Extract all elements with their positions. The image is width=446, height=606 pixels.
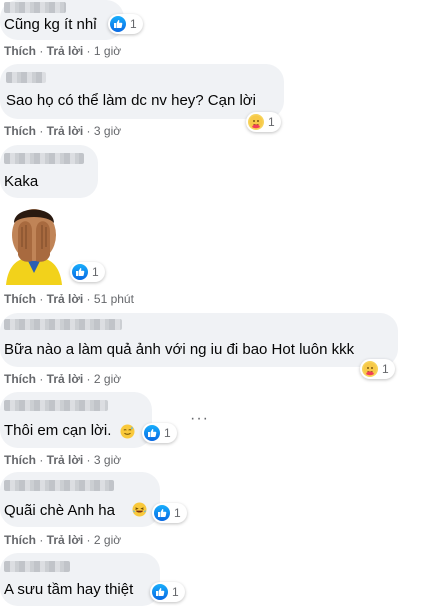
reaction-badge[interactable]: 1 [360,359,395,379]
reaction-badge[interactable]: 1 [246,112,281,132]
comment-actions: Thích · Trả lời · 51 phút [4,292,134,306]
reaction-count: 1 [268,115,275,129]
reaction-count: 1 [164,426,171,440]
reaction-badge[interactable]: 1 [150,582,185,602]
like-link[interactable]: Thích [4,124,36,138]
more-options-icon[interactable]: ··· [190,411,209,427]
like-icon [154,505,170,521]
like-icon [152,584,168,600]
reply-link[interactable]: Trả lời [47,372,84,386]
comment-bubble: Kaka [0,145,98,198]
comment-text: Quãi chè Anh ha [4,502,115,519]
commenter-name-blurred [4,2,66,13]
comment-time[interactable]: 2 giờ [94,533,121,547]
commenter-name-blurred [4,319,122,330]
like-link[interactable]: Thích [4,292,36,306]
comment-bubble: Cũng kg ít nhỉ [0,0,124,40]
reply-link[interactable]: Trả lời [47,124,84,138]
reaction-count: 1 [130,17,137,31]
reaction-count: 1 [174,506,181,520]
comment-text: Cũng kg ít nhỉ [4,16,97,33]
commenter-name-blurred [4,153,84,164]
comment-text: Thôi em cạn lời. [4,422,112,439]
reaction-count: 1 [92,265,99,279]
reply-link[interactable]: Trả lời [47,453,84,467]
comment-bubble: A sưu tầm hay thiệt [0,553,160,606]
like-link[interactable]: Thích [4,372,36,386]
comment-actions: Thích · Trả lời · 2 giờ [4,533,122,547]
comment-actions: Thích · Trả lời · 3 giờ [4,124,122,138]
reply-link[interactable]: Trả lời [47,533,84,547]
comment-time[interactable]: 2 giờ [94,372,121,386]
commenter-name-blurred [4,480,114,491]
like-link[interactable]: Thích [4,533,36,547]
comment-time[interactable]: 3 giờ [94,124,121,138]
like-icon [144,425,160,441]
reply-link[interactable]: Trả lời [47,44,84,58]
comment-time[interactable]: 1 giờ [94,44,121,58]
sweat-smile-emoji [120,424,135,439]
reaction-badge[interactable]: 1 [152,503,187,523]
reaction-count: 1 [382,362,389,376]
commenter-name-blurred [6,72,46,83]
comment-text: A sưu tầm hay thiệt [4,581,134,598]
comment-actions: Thích · Trả lời · 1 giờ [4,44,122,58]
comment-actions: Thích · Trả lời · 2 giờ [4,372,122,386]
comment-bubble: Bữa nào a làm quả ảnh với ng iu đi bao H… [0,313,398,367]
comment-time[interactable]: 51 phút [94,292,134,306]
comment-bubble: Quãi chè Anh ha [0,472,160,527]
comment-actions: Thích · Trả lời · 3 giờ [4,453,122,467]
comment-text: Kaka [4,173,39,190]
comment-bubble: Thôi em cạn lời. [0,392,152,448]
commenter-name-blurred [4,400,108,411]
reply-link[interactable]: Trả lời [47,292,84,306]
like-link[interactable]: Thích [4,44,36,58]
comment-time[interactable]: 3 giờ [94,453,121,467]
reaction-badge[interactable]: 1 [108,14,143,34]
reaction-count: 1 [172,585,179,599]
care-reaction-icon [248,114,264,130]
face-palm-sticker [6,209,62,285]
like-icon [110,16,126,32]
laughing-emoji [132,502,147,517]
comment-text: Sao họ có thể làm dc nv hey? Cạn lời [6,92,256,109]
commenter-name-blurred [4,561,70,572]
comment-text: Bữa nào a làm quả ảnh với ng iu đi bao H… [4,341,355,358]
reaction-badge[interactable]: 1 [142,423,177,443]
reaction-badge[interactable]: 1 [70,262,105,282]
like-link[interactable]: Thích [4,453,36,467]
care-reaction-icon [362,361,378,377]
like-icon [72,264,88,280]
comment-bubble: Sao họ có thể làm dc nv hey? Cạn lời [0,64,284,119]
